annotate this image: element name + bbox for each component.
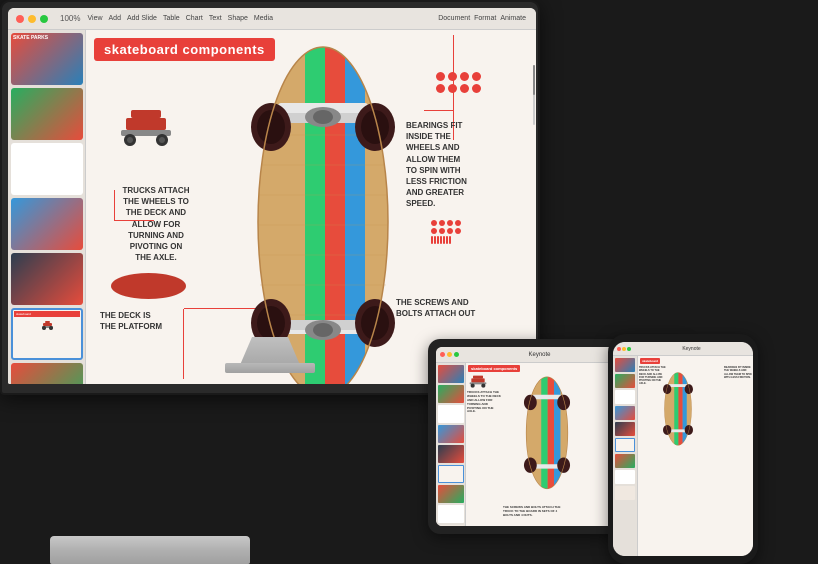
skateboard-svg [203, 35, 443, 384]
truck-diagram [116, 102, 176, 152]
toolbar-format[interactable]: Format [474, 15, 496, 22]
tablet-thumb-2[interactable] [438, 385, 464, 403]
phone-main-slide: skateboard [638, 356, 753, 556]
tablet-thumb-7[interactable] [438, 485, 464, 503]
phone-bezel: Keynote skateboard [608, 334, 758, 564]
tablet-skateboard-svg [507, 373, 587, 493]
scroll-indicator[interactable] [533, 65, 535, 125]
monitor-bezel: 100% View Add Add Slide Table Chart Text… [0, 0, 540, 395]
phone-header: Keynote [613, 342, 753, 356]
tablet-slide-panel [436, 363, 466, 526]
close-button[interactable] [16, 15, 24, 23]
phone-thumb-9[interactable] [615, 486, 635, 500]
tablet-thumb-1[interactable] [438, 365, 464, 383]
screw-dot-4 [455, 220, 461, 226]
toolbar-table[interactable]: Table [163, 15, 180, 22]
tablet-slide-title: skateboard components [468, 365, 520, 372]
toolbar-document[interactable]: Document [438, 15, 470, 22]
phone-thumb-4[interactable] [615, 406, 635, 420]
phone-thumb-6-active[interactable] [615, 438, 635, 452]
slide-thumbnail-2[interactable] [11, 88, 83, 140]
slide-thumbnail-5[interactable] [11, 253, 83, 305]
slide-thumbnail-4[interactable] [11, 198, 83, 250]
tablet-trucks-text: TRUCKS ATTACH THE WHEELS TO THE DECK AND… [467, 391, 502, 414]
minimize-button[interactable] [28, 15, 36, 23]
toolbar-chart[interactable]: Chart [186, 15, 203, 22]
slide-panel: SKATE PARKS skateboard [8, 30, 86, 384]
slide-thumbnail-7[interactable] [11, 363, 83, 384]
tablet-thumb-4[interactable] [438, 425, 464, 443]
tablet-thumb-3[interactable] [438, 405, 464, 423]
phone-thumb-1[interactable] [615, 358, 635, 372]
toolbar-text[interactable]: Text [209, 15, 222, 22]
macos-toolbar: 100% View Add Add Slide Table Chart Text… [8, 8, 536, 30]
tablet-thumb-5[interactable] [438, 445, 464, 463]
deck-annotation: THE DECK ISTHE PLATFORM [100, 310, 162, 332]
phone-thumb-5[interactable] [615, 422, 635, 436]
toolbar-media[interactable]: Media [254, 15, 273, 22]
tablet-thumb-8[interactable] [438, 505, 464, 523]
tablet-app-name: Keynote [463, 352, 616, 358]
screw-line-5 [443, 236, 445, 244]
phone-app-name: Keynote [634, 346, 749, 352]
content-area: SKATE PARKS skateboard [8, 30, 536, 384]
deck-line-v [183, 309, 184, 379]
mac-mini [50, 536, 250, 564]
monitor-base [225, 363, 315, 373]
slide-thumbnail-3[interactable] [11, 143, 83, 195]
bearings-line-v2 [453, 35, 454, 110]
tablet-thumb-9[interactable] [438, 525, 464, 526]
zoom-level: 100% [60, 14, 80, 23]
trucks-annotation: TRUCKS ATTACHTHE WHEELS TOTHE DECK ANDAL… [96, 185, 216, 263]
toolbar-add[interactable]: Add [109, 15, 121, 22]
phone-thumb-2[interactable] [615, 374, 635, 388]
deck-shape [111, 273, 186, 299]
phone-content: skateboard [613, 356, 753, 556]
phone-slide-panel [613, 356, 638, 556]
slide-thumbnail-6-active[interactable]: skateboard [11, 308, 83, 360]
monitor-screen: 100% View Add Add Slide Table Chart Text… [8, 8, 536, 384]
maximize-button[interactable] [40, 15, 48, 23]
screw-dot-3 [447, 220, 453, 226]
tablet-thumb-6-active[interactable] [438, 465, 464, 483]
toolbar-shape[interactable]: Shape [228, 15, 248, 22]
main-slide: skateboard components [86, 30, 536, 384]
toolbar-addslide[interactable]: Add Slide [127, 15, 157, 22]
screw-line-6 [446, 236, 448, 244]
phone-thumb-3[interactable] [615, 390, 635, 404]
bearing-dot-4 [472, 72, 481, 81]
phone: Keynote skateboard [608, 334, 758, 564]
screw-line-7 [449, 236, 451, 244]
phone-thumb-8[interactable] [615, 470, 635, 484]
traffic-lights [16, 15, 48, 23]
bearing-dot-3 [460, 72, 469, 81]
phone-trucks-text: TRUCKS ATTACH THE WHEELS TO THE DECK AND… [639, 366, 667, 386]
tablet-screws-text: THE SCREWS AND BOLTS ATTACH THE TRUCK TO… [503, 506, 563, 518]
toolbar-animate[interactable]: Animate [500, 15, 526, 22]
phone-thumb-7[interactable] [615, 454, 635, 468]
phone-bearings-text: BEARINGS FIT INSIDE THE WHEELS AND ALLOW… [724, 366, 752, 379]
bearing-dot-8 [472, 84, 481, 93]
slide-thumbnail-1[interactable]: SKATE PARKS [11, 33, 83, 85]
toolbar-action[interactable]: View [87, 15, 102, 22]
screw-dot-7 [447, 228, 453, 234]
phone-screen: Keynote skateboard [613, 342, 753, 556]
screw-dot-8 [455, 228, 461, 234]
bearing-dot-7 [460, 84, 469, 93]
